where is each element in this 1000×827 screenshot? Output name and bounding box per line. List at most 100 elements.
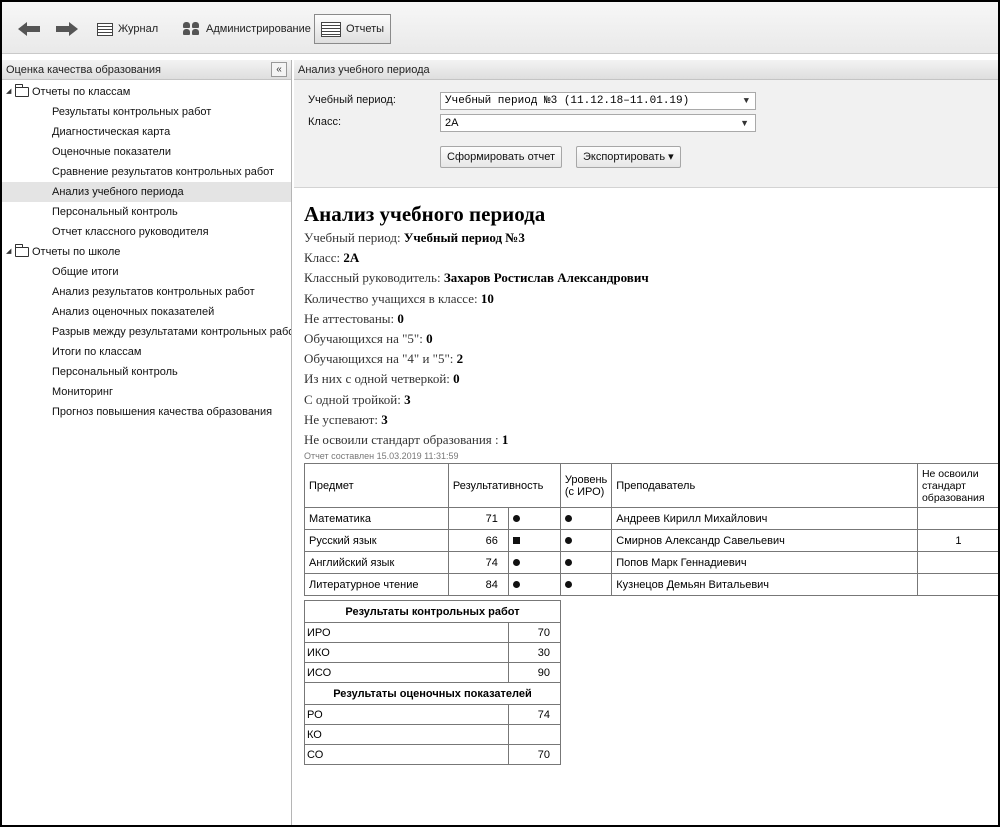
report-line: Не аттестованы: 0 [304, 310, 404, 326]
tree-item[interactable]: Анализ результатов контрольных работ [2, 282, 291, 302]
cell-value: 70 [508, 744, 561, 766]
report-title: Анализ учебного периода [304, 202, 546, 226]
main-panel-title: Анализ учебного периода [298, 63, 430, 76]
tree-item[interactable]: Сравнение результатов контрольных работ [2, 162, 291, 182]
cell-result: 84 [447, 573, 509, 597]
cell-value: 74 [508, 704, 561, 726]
filters-area: Учебный период: Учебный период №3 (11.12… [294, 80, 998, 188]
table-row: РО 74 [304, 704, 561, 726]
cell-result: 66 [447, 529, 509, 553]
table-row: ИСО 90 [304, 662, 561, 684]
sidebar-header: Оценка качества образования « [2, 60, 291, 80]
cell-subject: Английский язык [304, 551, 449, 575]
generate-report-button[interactable]: Сформировать отчет [440, 146, 563, 168]
chevron-down-icon: ▼ [743, 96, 749, 106]
report-line: Класс: 2А [304, 250, 360, 266]
tree-item[interactable]: Оценочные показатели [2, 142, 291, 162]
table-row: ИКО 30 [304, 642, 561, 664]
sidebar-title: Оценка качества образования [6, 63, 161, 76]
period-select-value: Учебный период №3 (11.12.18–11.01.19) [445, 95, 690, 107]
sidebar: Оценка качества образования « ◢ Отчеты по… [2, 60, 292, 825]
report-line: Количество учащихся в классе: 10 [304, 290, 494, 306]
report-line: Обучающихся на "4" и "5": 2 [304, 351, 464, 367]
header-subject: Предмет [304, 463, 449, 509]
report-line: С одной тройкой: 3 [304, 391, 411, 407]
expand-icon[interactable]: ◢ [6, 82, 12, 102]
cell-not-mastered [916, 551, 998, 575]
cell-teacher: Андреев Кирилл Михайлович [611, 507, 918, 531]
cell-value: 30 [508, 642, 561, 664]
main-panel-header: Анализ учебного периода [294, 60, 998, 80]
period-label: Учебный период: [308, 94, 396, 106]
cell-subject: Математика [304, 507, 449, 531]
report-line: Не успевают: 3 [304, 411, 388, 427]
table-row: СО 70 [304, 744, 561, 766]
subjects-table: Предмет Результативность Уровень (с ИРО) … [304, 463, 998, 597]
journal-button[interactable]: Журнал [93, 18, 162, 40]
estimate-results-title: Результаты оценочных показателей [304, 682, 561, 706]
dot-marker-icon [512, 558, 520, 566]
cell-label: ИКО [304, 642, 509, 664]
tree-group-0[interactable]: ◢ Отчеты по классам [2, 82, 291, 102]
tree-item[interactable]: Анализ оценочных показателей [2, 302, 291, 322]
tree-item[interactable]: Персональный контроль [2, 362, 291, 382]
cell-subject: Литературное чтение [304, 573, 449, 597]
tree-group-label: Отчеты по школе [32, 246, 121, 258]
app-window: Журнал Администрирование Отчеты Оценка к… [0, 0, 1000, 827]
tree-item[interactable]: Итоги по классам [2, 342, 291, 362]
tree-item[interactable]: Общие итоги [2, 262, 291, 282]
period-select[interactable]: Учебный период №3 (11.12.18–11.01.19) ▼ [440, 92, 756, 110]
table-row: Русский язык 66 Смирнов Александр Савельев… [304, 529, 998, 553]
cell-teacher: Смирнов Александр Савельевич [611, 529, 918, 553]
report-line: Из них с одной четверкой: 0 [304, 371, 460, 387]
cell-label: СО [304, 744, 509, 766]
tree-group-1[interactable]: ◢ Отчеты по школе [2, 242, 291, 262]
collapse-sidebar-button[interactable]: « [271, 62, 287, 77]
tree-item[interactable]: Разрыв между результатами контрольных ра… [2, 322, 291, 342]
cell-label: ИРО [304, 622, 509, 644]
cell-label: РО [304, 704, 509, 726]
tree-item[interactable]: Анализ учебного периода [2, 182, 291, 202]
journal-label: Журнал [118, 23, 159, 35]
table-header-row: Предмет Результативность Уровень (с ИРО) … [304, 463, 998, 509]
export-button[interactable]: Экспортировать ▾ [576, 146, 681, 168]
tree-item[interactable]: Мониторинг [2, 382, 291, 402]
reports-label: Отчеты [346, 23, 385, 35]
tree-item[interactable]: Результаты контрольных работ [2, 102, 291, 122]
tree-item[interactable]: Отчет классного руководителя [2, 222, 291, 242]
header-level: Уровень (с ИРО) [559, 463, 613, 509]
report-body: Анализ учебного периода Учебный период: … [294, 202, 998, 766]
back-arrow-icon[interactable] [18, 22, 40, 36]
square-marker-icon [512, 536, 520, 544]
class-select[interactable]: 2А ▼ [440, 114, 756, 132]
chevron-down-icon: ▼ [740, 118, 749, 128]
header-result: Результативность [447, 463, 561, 509]
users-icon [183, 22, 201, 36]
tree-item[interactable]: Прогноз повышения качества образования [2, 402, 291, 422]
cell-result: 74 [447, 551, 509, 575]
cell-result: 71 [447, 507, 509, 531]
admin-button[interactable]: Администрирование [179, 18, 315, 40]
tree-item[interactable]: Персональный контроль [2, 202, 291, 222]
tree-item[interactable]: Диагностическая карта [2, 122, 291, 142]
dot-marker-icon [512, 514, 520, 522]
cell-teacher: Кузнецов Демьян Витальевич [611, 573, 918, 597]
journal-icon [97, 22, 113, 36]
cell-value: 70 [508, 622, 561, 644]
class-select-value: 2А [445, 117, 459, 129]
forward-arrow-icon[interactable] [56, 22, 78, 36]
expand-icon[interactable]: ◢ [6, 242, 12, 262]
control-results-title: Результаты контрольных работ [304, 600, 561, 624]
report-line: Классный руководитель: Захаров Ростислав… [304, 270, 649, 286]
control-results-table: Результаты контрольных работ ИРО 70 ИКО 30 И… [304, 600, 561, 766]
header-not-mastered: Не освоили стандарт образования [916, 463, 998, 509]
cell-value [508, 724, 561, 746]
reports-button[interactable]: Отчеты [314, 14, 392, 44]
tree-group-label: Отчеты по классам [32, 86, 131, 98]
report-summary: Учебный период: Учебный период №3 Класс: … [304, 228, 998, 450]
table-row: ИРО 70 [304, 622, 561, 644]
cell-value: 90 [508, 662, 561, 684]
table-row: КО [304, 724, 561, 746]
cell-subject: Русский язык [304, 529, 449, 553]
class-label: Класс: [308, 116, 341, 128]
